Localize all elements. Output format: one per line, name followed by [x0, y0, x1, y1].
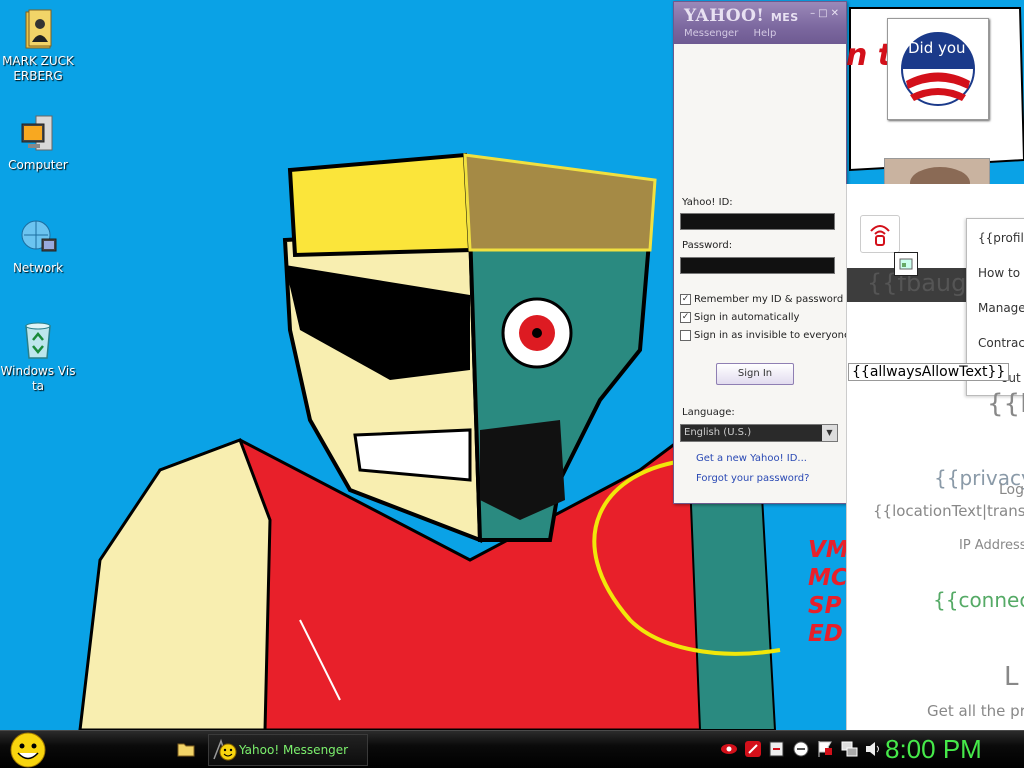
window-controls: –□✕: [810, 8, 842, 19]
invisible-checkbox[interactable]: Sign in as invisible to everyone: [680, 330, 850, 341]
yahoo-messenger-window[interactable]: YAHOO! MES –□✕ Messenger Help Yahoo! ID:…: [673, 1, 850, 504]
menu-item-manage[interactable]: Manage: [978, 301, 1024, 315]
photo-caption: Did you: [908, 39, 966, 57]
forgot-password-link[interactable]: Forgot your password?: [696, 473, 809, 484]
messenger-tray-icon[interactable]: [792, 739, 810, 759]
menu-messenger[interactable]: Messenger: [684, 28, 738, 39]
password-input[interactable]: [680, 257, 835, 274]
checkbox-checked-icon: ✓: [680, 312, 691, 323]
yahoo-logo: YAHOO! MES: [684, 6, 799, 26]
security-tray-icon[interactable]: [768, 739, 786, 759]
auto-signin-label: Sign in automatically: [694, 312, 800, 323]
close-icon[interactable]: ✕: [831, 8, 842, 19]
remember-label: Remember my ID & password: [694, 294, 844, 305]
taskbar-item-label: Yahoo! Messenger: [239, 743, 349, 757]
computer-icon: [21, 115, 53, 151]
menu-item-profile[interactable]: {{profile: [978, 231, 1024, 245]
desktop-icon-label: Computer: [8, 158, 68, 172]
chevron-down-icon: ▼: [822, 425, 837, 441]
desktop-icon-network[interactable]: Network: [0, 215, 76, 276]
menu-help[interactable]: Help: [754, 28, 777, 39]
network-icon: [21, 220, 57, 252]
smiley-start-icon: [10, 732, 46, 768]
minimize-icon[interactable]: –: [810, 8, 818, 19]
maximize-icon[interactable]: □: [818, 8, 830, 19]
messenger-titlebar[interactable]: YAHOO! MES –□✕ Messenger Help: [674, 2, 846, 44]
desktop-icon-label: Windows Vista: [0, 364, 76, 393]
broken-image-icon: [899, 258, 913, 270]
remember-checkbox[interactable]: ✓ Remember my ID & password: [680, 294, 843, 305]
template-text: IP Address: [959, 538, 1024, 553]
template-text: L: [1004, 662, 1019, 692]
auto-signin-checkbox[interactable]: ✓ Sign in automatically: [680, 312, 799, 323]
taskbar: Yahoo! Messenger 8:00 PM: [0, 730, 1024, 768]
template-text: {{connect: [933, 588, 1024, 612]
recycle-bin-icon: [25, 322, 51, 359]
red-side-words: VM MC SP ED: [808, 536, 849, 648]
flag-tray-icon[interactable]: [816, 739, 834, 759]
lock-icon: [870, 225, 890, 246]
template-text: Log: [999, 482, 1024, 498]
yahoo-id-label: Yahoo! ID:: [682, 197, 733, 208]
header-bar-text: {{fbaugu: [867, 269, 982, 297]
language-value: English (U.S.): [684, 427, 752, 438]
side-word: MC: [808, 565, 848, 591]
password-label: Password:: [682, 240, 733, 251]
logo-main-text: YAHOO!: [684, 6, 765, 26]
messenger-menubar: Messenger Help: [684, 28, 788, 39]
desktop: n t VM MC SP ED Did you MARK ZUCKERBERG: [0, 0, 1024, 730]
language-label: Language:: [682, 407, 735, 418]
checkbox-unchecked-icon: [680, 330, 691, 341]
menu-item-how-to[interactable]: How to: [978, 266, 1020, 280]
always-allow-tooltip: {{allwaysAllowText}}: [848, 363, 1010, 381]
volume-icon[interactable]: [864, 739, 882, 759]
folder-user-icon: [25, 9, 52, 49]
chat-photo-logo: Did you: [887, 18, 989, 120]
template-text: {{L: [987, 389, 1024, 419]
menu-item-contract[interactable]: Contract: [978, 336, 1024, 350]
eye-tray-icon[interactable]: [720, 739, 738, 759]
yahoo-id-input[interactable]: [680, 213, 835, 230]
language-select[interactable]: English (U.S.) ▼: [680, 424, 838, 442]
template-text: Get all the pro: [927, 702, 1024, 720]
desktop-icon-label: Network: [12, 261, 64, 275]
web-page-panel: {{fbaugu {{profile How to Manage Contrac…: [846, 184, 1024, 730]
desktop-icon-windows-vista[interactable]: Windows Vista: [0, 318, 76, 394]
taskbar-item-yahoo-messenger[interactable]: Yahoo! Messenger: [208, 734, 368, 766]
start-button[interactable]: [8, 732, 48, 768]
desktop-icon-mark-zuckerberg[interactable]: MARK ZUCKERBERG: [0, 8, 76, 84]
desktop-icon-computer[interactable]: Computer: [0, 112, 76, 173]
network-tray-icon[interactable]: [840, 739, 858, 759]
side-word: SP: [808, 593, 842, 619]
chat-photo-person: [884, 158, 990, 186]
image-placeholder-icon: [894, 252, 918, 276]
side-word: ED: [808, 621, 843, 647]
desktop-icon-label: MARK ZUCKERBERG: [2, 54, 74, 83]
template-text: {{locationText|transla: [873, 502, 1024, 520]
messenger-login-panel: Yahoo! ID: Password: ✓ Remember my ID & …: [674, 44, 850, 503]
speech-fragment-text: n t: [846, 38, 893, 73]
messenger-smiley-icon: [213, 738, 237, 761]
shield-tray-icon[interactable]: [744, 739, 762, 759]
quick-launch-folder-icon: [177, 743, 195, 757]
person-photo-icon: [885, 159, 989, 185]
lock-button[interactable]: [860, 215, 900, 253]
sign-in-button[interactable]: Sign In: [716, 363, 794, 385]
new-id-link[interactable]: Get a new Yahoo! ID...: [696, 453, 807, 464]
taskbar-clock[interactable]: 8:00 PM: [885, 734, 982, 765]
checkbox-checked-icon: ✓: [680, 294, 691, 305]
logo-sub-text: MES: [770, 11, 799, 24]
campaign-logo-icon: [901, 32, 975, 106]
side-word: VM: [808, 537, 849, 563]
folder-icon[interactable]: [177, 741, 195, 757]
invisible-label: Sign in as invisible to everyone: [694, 330, 851, 341]
